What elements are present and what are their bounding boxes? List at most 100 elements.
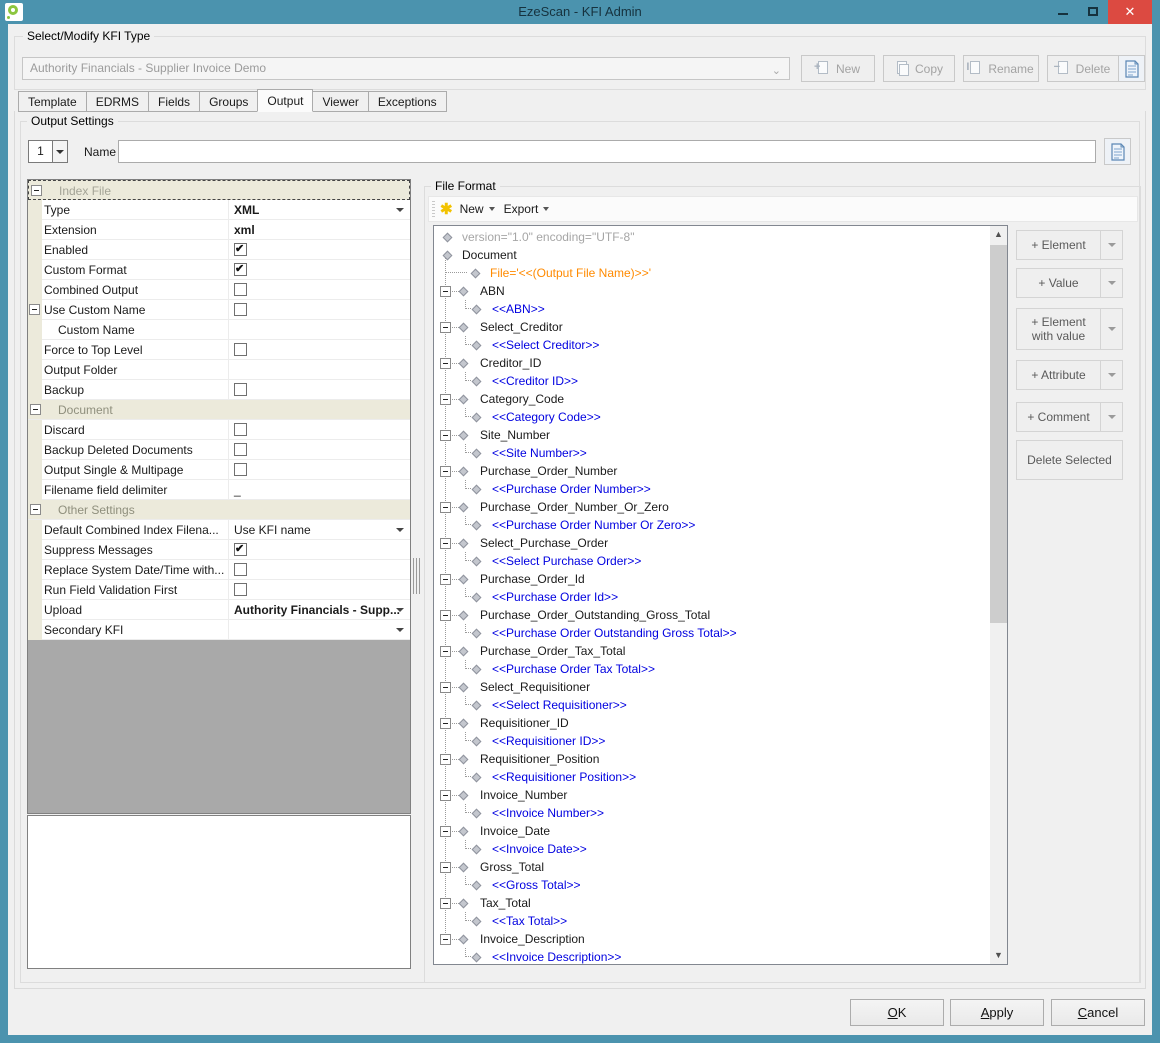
side-button--attribute[interactable]: + Attribute	[1016, 360, 1123, 390]
side-button-delete-selected[interactable]: Delete Selected	[1016, 440, 1123, 480]
tree-node-val[interactable]: <<Select Creditor>>	[436, 336, 990, 354]
side-button--element[interactable]: + Element	[1016, 230, 1123, 260]
collapse-icon[interactable]	[440, 502, 451, 513]
property-value[interactable]	[228, 540, 410, 560]
checkbox[interactable]	[234, 443, 247, 456]
collapse-icon[interactable]	[440, 790, 451, 801]
cancel-button[interactable]: Cancel	[1051, 999, 1145, 1026]
property-row-default-combined-index-filena-[interactable]: Default Combined Index Filena...Use KFI …	[28, 520, 410, 540]
property-value[interactable]: xml	[228, 220, 410, 240]
checkbox-checked[interactable]	[234, 243, 247, 256]
collapse-icon[interactable]	[440, 718, 451, 729]
collapse-icon[interactable]	[29, 304, 40, 315]
tree-node-elem[interactable]: Purchase_Order_Number_Or_Zero	[436, 498, 990, 516]
tree-node-elem[interactable]: Select_Purchase_Order	[436, 534, 990, 552]
property-value[interactable]	[228, 280, 410, 300]
checkbox[interactable]	[234, 463, 247, 476]
tree-scrollbar[interactable]: ▲ ▼	[990, 226, 1007, 964]
collapse-icon[interactable]	[440, 610, 451, 621]
tree-node-elem[interactable]: Invoice_Description	[436, 930, 990, 948]
tree-node-val[interactable]: <<ABN>>	[436, 300, 990, 318]
property-row-use-custom-name[interactable]: Use Custom Name	[28, 300, 410, 320]
dropdown-segment[interactable]	[1100, 361, 1122, 389]
tab-exceptions[interactable]: Exceptions	[369, 91, 447, 112]
property-value[interactable]	[228, 380, 410, 400]
collapse-icon[interactable]	[440, 682, 451, 693]
property-row-replace-system-date-time-with-[interactable]: Replace System Date/Time with...	[28, 560, 410, 580]
tab-groups[interactable]: Groups	[200, 91, 258, 112]
collapse-icon[interactable]	[440, 826, 451, 837]
checkbox[interactable]	[234, 563, 247, 576]
tree-node-elem[interactable]: ABN	[436, 282, 990, 300]
property-row-upload[interactable]: UploadAuthority Financials - Supp...	[28, 600, 410, 620]
toolbar-new-button[interactable]: New	[458, 198, 502, 220]
collapse-icon[interactable]	[30, 404, 41, 415]
property-section-document[interactable]: Document	[28, 400, 410, 420]
tab-output[interactable]: Output	[257, 89, 313, 112]
tree-node-val[interactable]: <<Requisitioner Position>>	[436, 768, 990, 786]
property-row-force-to-top-level[interactable]: Force to Top Level	[28, 340, 410, 360]
tree-node-val[interactable]: <<Purchase Order Number>>	[436, 480, 990, 498]
tree-node-val[interactable]: <<Category Code>>	[436, 408, 990, 426]
tab-viewer[interactable]: Viewer	[313, 91, 368, 112]
tree-node-elem[interactable]: Purchase_Order_Number	[436, 462, 990, 480]
tree-node-elem[interactable]: Select_Creditor	[436, 318, 990, 336]
checkbox[interactable]	[234, 383, 247, 396]
kfi-type-combobox[interactable]: Authority Financials - Supplier Invoice …	[22, 57, 790, 80]
collapse-icon[interactable]	[31, 185, 42, 196]
tree-node-attr[interactable]: File='<<(Output File Name)>>'	[436, 264, 990, 282]
collapse-icon[interactable]	[440, 286, 451, 297]
ok-button[interactable]: OK	[850, 999, 944, 1026]
toolbar-export-button[interactable]: Export	[502, 198, 557, 220]
checkbox[interactable]	[234, 423, 247, 436]
property-value[interactable]	[228, 240, 410, 260]
property-value[interactable]: Use KFI name	[228, 520, 410, 540]
property-value[interactable]: XML	[228, 200, 410, 220]
property-row-custom-name[interactable]: Custom Name	[28, 320, 410, 340]
scroll-up-icon[interactable]: ▲	[990, 226, 1007, 243]
dropdown-segment[interactable]	[1100, 403, 1122, 431]
collapse-icon[interactable]	[440, 466, 451, 477]
tree-node-val[interactable]: <<Purchase Order Id>>	[436, 588, 990, 606]
tree-node-val[interactable]: <<Site Number>>	[436, 444, 990, 462]
collapse-icon[interactable]	[440, 646, 451, 657]
delete-button[interactable]: −Delete	[1047, 55, 1119, 82]
property-value[interactable]: _	[228, 480, 410, 500]
checkbox[interactable]	[234, 583, 247, 596]
new-button[interactable]: +New	[801, 55, 875, 82]
tree-node-elem[interactable]: Select_Requisitioner	[436, 678, 990, 696]
collapse-icon[interactable]	[440, 934, 451, 945]
collapse-icon[interactable]	[440, 574, 451, 585]
property-value[interactable]	[228, 420, 410, 440]
tree-node-val[interactable]: <<Select Requisitioner>>	[436, 696, 990, 714]
tab-fields[interactable]: Fields	[149, 91, 200, 112]
property-value[interactable]	[228, 360, 410, 380]
property-row-suppress-messages[interactable]: Suppress Messages	[28, 540, 410, 560]
collapse-icon[interactable]	[440, 322, 451, 333]
property-value[interactable]	[228, 260, 410, 280]
tab-edrms[interactable]: EDRMS	[87, 91, 149, 112]
tree-node-elem[interactable]: Requisitioner_Position	[436, 750, 990, 768]
property-value[interactable]	[228, 320, 410, 340]
tree-node-elem[interactable]: Invoice_Number	[436, 786, 990, 804]
property-row-output-folder[interactable]: Output Folder	[28, 360, 410, 380]
copy-button[interactable]: Copy	[883, 55, 955, 82]
apply-button[interactable]: Apply	[950, 999, 1044, 1026]
name-notes-button[interactable]	[1104, 138, 1131, 165]
tree-node-val[interactable]: <<Purchase Order Outstanding Gross Total…	[436, 624, 990, 642]
dropdown-segment[interactable]	[1100, 309, 1122, 349]
dropdown-segment[interactable]	[1100, 231, 1122, 259]
tree-node-val[interactable]: <<Creditor ID>>	[436, 372, 990, 390]
collapse-icon[interactable]	[440, 862, 451, 873]
collapse-icon[interactable]	[440, 358, 451, 369]
dropdown-icon[interactable]	[396, 208, 404, 212]
output-number-combobox[interactable]: 1	[28, 140, 68, 163]
collapse-icon[interactable]	[440, 754, 451, 765]
property-row-extension[interactable]: Extensionxml	[28, 220, 410, 240]
tree-node-elem[interactable]: Category_Code	[436, 390, 990, 408]
checkbox[interactable]	[234, 283, 247, 296]
tree-node-elem[interactable]: Purchase_Order_Tax_Total	[436, 642, 990, 660]
tree-node-val[interactable]: <<Invoice Description>>	[436, 948, 990, 966]
property-value[interactable]	[228, 440, 410, 460]
tree-node-val[interactable]: <<Invoice Number>>	[436, 804, 990, 822]
